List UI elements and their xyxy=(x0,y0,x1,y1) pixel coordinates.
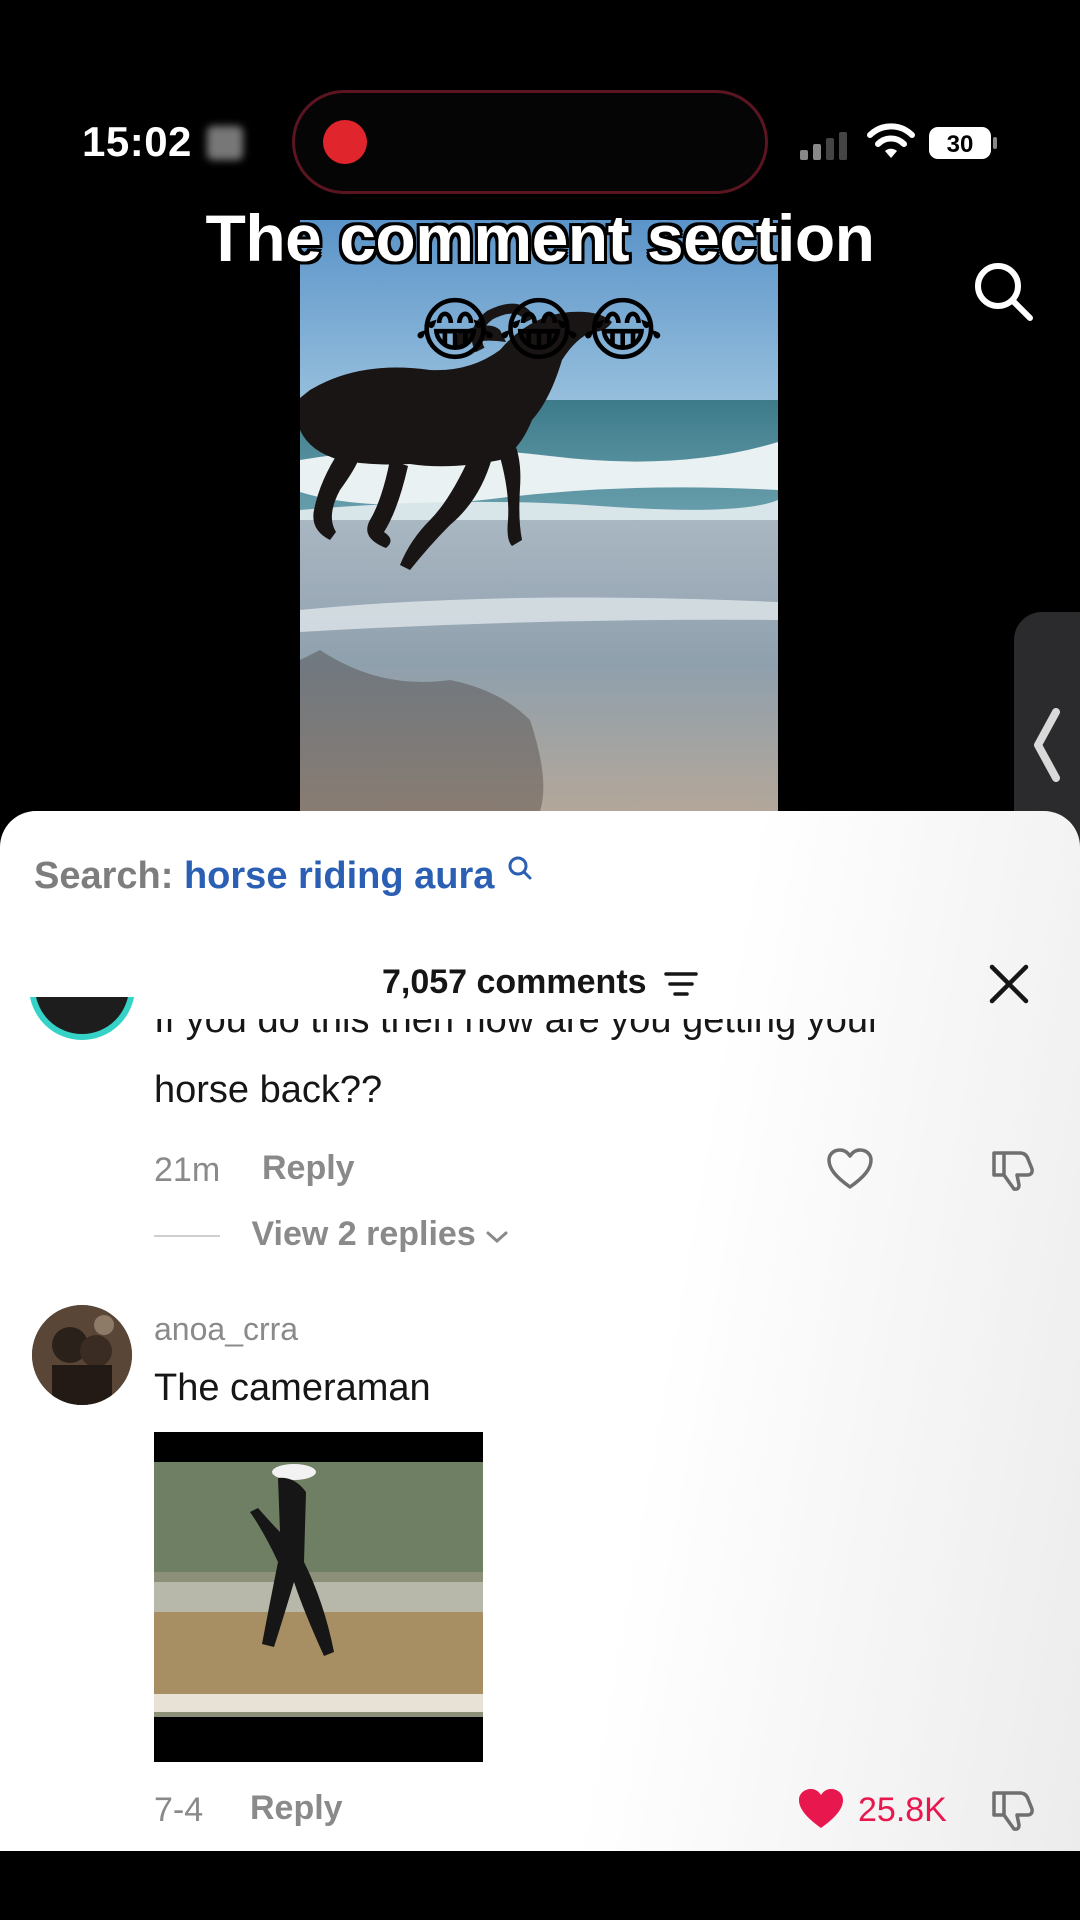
bottom-bar xyxy=(0,1851,1080,1920)
comment-text: The cameraman xyxy=(154,1367,431,1409)
view-replies-label: View 2 replies xyxy=(251,1215,476,1253)
dislike-icon[interactable] xyxy=(990,1787,1036,1833)
avatar[interactable] xyxy=(30,997,134,1057)
dislike-icon[interactable] xyxy=(990,1147,1036,1193)
notification-icon xyxy=(207,126,243,160)
heart-icon[interactable] xyxy=(826,1147,874,1191)
chevron-left-icon xyxy=(1034,708,1060,782)
reply-button[interactable]: Reply xyxy=(262,1149,355,1188)
search-term-link[interactable]: horse riding aura xyxy=(184,855,494,897)
comments-count: 7,057 comments xyxy=(381,963,647,1001)
screen: 15:02 30 The comment section 😂😂😂 Search:… xyxy=(0,0,1080,1920)
view-replies-button[interactable]: View 2 replies xyxy=(154,1215,509,1254)
avatar[interactable] xyxy=(32,1305,132,1405)
comment-time: 7-4 xyxy=(154,1791,204,1829)
close-icon[interactable] xyxy=(988,963,1030,1005)
comment-time: 21m xyxy=(154,1151,221,1189)
cellular-signal-icon xyxy=(800,132,847,160)
video-overlay-title: The comment section xyxy=(205,201,875,275)
comment-username[interactable]: anoa_crra xyxy=(154,1311,298,1348)
comments-count-header: 7,057 comments xyxy=(0,963,1080,1002)
related-search[interactable]: Search: horse riding aura xyxy=(34,855,533,898)
search-icon[interactable] xyxy=(970,258,1036,324)
search-label: Search: xyxy=(34,855,174,897)
video-overlay-emoji: 😂😂😂 xyxy=(414,291,666,369)
wifi-icon xyxy=(867,123,915,158)
comment-partial-line: If you do this then how are you getting … xyxy=(154,1019,881,1041)
comments-panel: Search: horse riding aura 7,057 comments xyxy=(0,811,1080,1851)
divider xyxy=(154,1235,220,1238)
like-count: 25.8K xyxy=(858,1791,947,1829)
search-small-icon xyxy=(508,856,532,880)
reply-button[interactable]: Reply xyxy=(250,1789,343,1828)
recording-icon xyxy=(323,120,367,164)
dynamic-island xyxy=(292,90,768,194)
status-time: 15:02 xyxy=(82,118,192,165)
comment-gif[interactable] xyxy=(154,1432,483,1762)
heart-filled-icon[interactable] xyxy=(797,1787,845,1831)
comment-text: horse back?? xyxy=(154,1069,383,1111)
battery-level: 30 xyxy=(947,131,974,158)
chevron-down-icon xyxy=(486,1231,508,1244)
battery-icon: 30 xyxy=(929,127,997,159)
sort-filter-icon[interactable] xyxy=(664,970,698,998)
